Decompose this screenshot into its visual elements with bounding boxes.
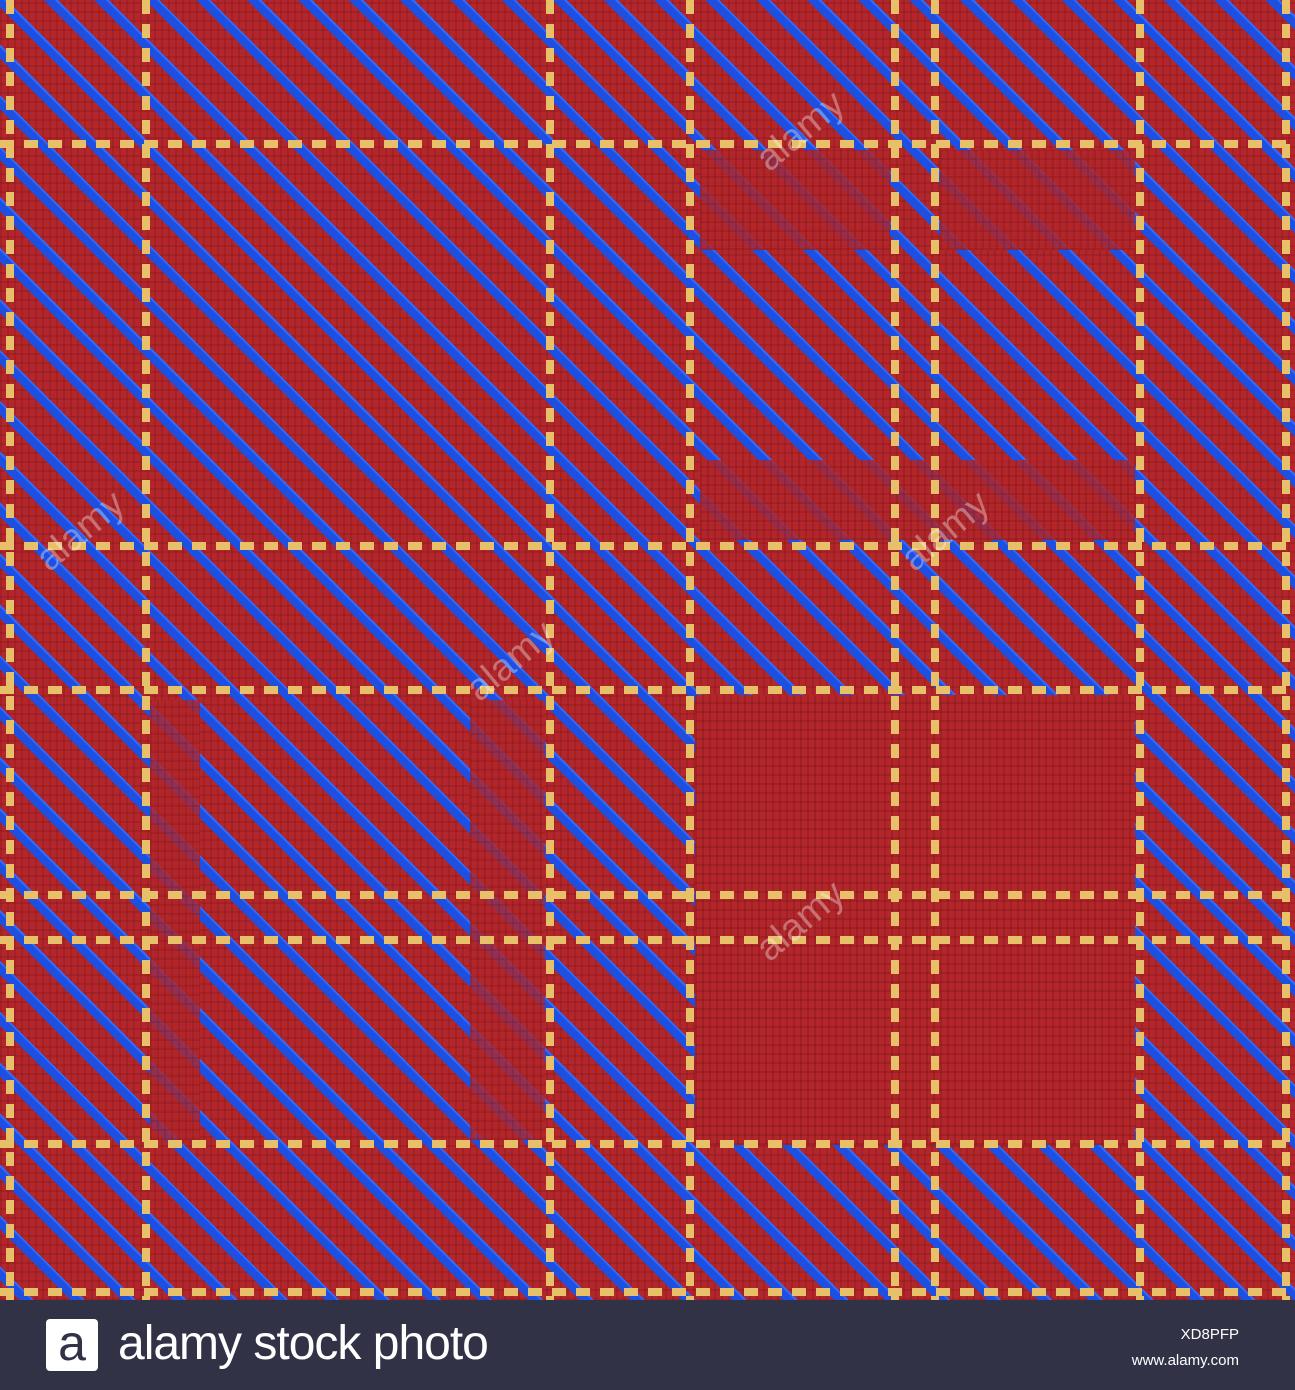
gold-stripe-vertical (142, 0, 150, 1300)
gold-stripe-horizontal (0, 686, 1295, 694)
red-block (470, 700, 545, 1140)
gold-stripe-horizontal (0, 891, 1295, 899)
website: www.alamy.com (1131, 1352, 1239, 1369)
red-block (150, 700, 200, 1140)
gold-stripe-horizontal (0, 1288, 1295, 1296)
gold-stripe-vertical (1282, 0, 1290, 1300)
tartan-pattern: alamy alamy alamy alamy alamy (0, 0, 1295, 1300)
gold-stripe-vertical (931, 0, 939, 1300)
red-block (700, 150, 890, 250)
stock-photo-banner: a alamy stock photo XD8PFP www.alamy.com (0, 1300, 1295, 1390)
gold-stripe-vertical (1136, 0, 1144, 1300)
red-block (940, 150, 1135, 250)
gold-stripe-vertical (891, 0, 899, 1300)
gold-stripe-horizontal (0, 140, 1295, 148)
alamy-logo-icon: a (46, 1318, 98, 1371)
gold-stripe-horizontal (0, 1140, 1295, 1148)
image-id: XD8PFP (1180, 1326, 1239, 1343)
brand-name: alamy stock photo (118, 1317, 489, 1370)
red-block (695, 695, 1135, 1145)
gold-stripe-vertical (6, 0, 14, 1300)
gold-stripe-horizontal (0, 542, 1295, 550)
gold-stripe-horizontal (0, 936, 1295, 944)
gold-stripe-vertical (686, 0, 694, 1300)
